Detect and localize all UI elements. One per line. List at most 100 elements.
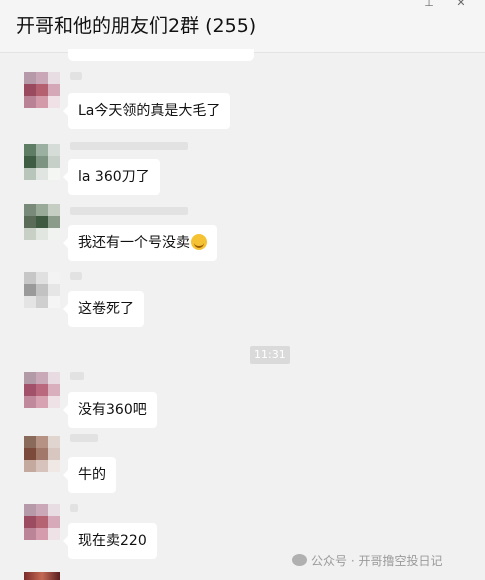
- chat-title: 开哥和他的朋友们2群 (255): [16, 15, 257, 37]
- avatar-pixel: [36, 84, 48, 96]
- avatar-pixel: [24, 436, 36, 448]
- message-bubble[interactable]: 没有360吧: [63, 392, 157, 428]
- message-row: La今天领的真是大毛了: [0, 70, 485, 130]
- message-row: 牛的: [0, 432, 485, 493]
- message-text: 我还有一个号没卖: [78, 235, 190, 251]
- message-bubble[interactable]: La今天领的真是大毛了: [62, 93, 231, 129]
- avatar-pixel: [36, 144, 48, 156]
- avatar[interactable]: [24, 272, 60, 308]
- avatar-pixel: [24, 96, 36, 108]
- message-timestamp: 11:31: [250, 346, 290, 364]
- avatar-pixel: [48, 396, 60, 408]
- nickname: [70, 272, 82, 280]
- avatar-pixel: [48, 156, 60, 168]
- avatar-pixel: [24, 204, 36, 216]
- avatar-pixel: [36, 156, 48, 168]
- message-row: 没有360吧: [0, 368, 485, 428]
- message-bubble[interactable]: 现在卖220: [63, 523, 157, 559]
- message-row: 我还有一个号没卖: [0, 200, 485, 261]
- avatar-pixel: [24, 504, 36, 516]
- avatar[interactable]: [24, 436, 60, 472]
- avatar-pixel: [48, 84, 60, 96]
- avatar-pixel: [24, 460, 36, 472]
- avatar-pixel: [48, 516, 60, 528]
- nickname: [70, 207, 188, 215]
- avatar-pixel: [48, 448, 60, 460]
- watermark-text: 公众号 · 开哥撸空投日记: [311, 554, 443, 568]
- message-bubble[interactable]: la 360刀了: [63, 159, 160, 195]
- avatar-pixel: [36, 284, 48, 296]
- avatar-pixel: [36, 448, 48, 460]
- message-bubble[interactable]: 我还有一个号没卖: [63, 225, 217, 261]
- avatar-pixel: [48, 436, 60, 448]
- avatar-pixel: [48, 460, 60, 472]
- message-bubble[interactable]: 这卷死了: [63, 291, 144, 327]
- avatar-pixel: [36, 460, 48, 472]
- avatar-pixel: [48, 272, 60, 284]
- avatar-pixel: [24, 72, 36, 84]
- avatar-pixel: [36, 204, 48, 216]
- message-text: 这卷死了: [78, 301, 134, 317]
- avatar-pixel: [48, 528, 60, 540]
- avatar-pixel: [36, 384, 48, 396]
- avatar-pixel: [24, 448, 36, 460]
- message-text: 没有360吧: [78, 402, 147, 418]
- avatar-pixel: [48, 216, 60, 228]
- avatar-pixel: [36, 272, 48, 284]
- avatar[interactable]: [24, 372, 60, 408]
- avatar-pixel: [48, 296, 60, 308]
- nickname: [70, 372, 84, 380]
- wechat-official-account-icon: [292, 554, 307, 566]
- watermark: 公众号 · 开哥撸空投日记: [292, 552, 442, 572]
- avatar-pixel: [48, 72, 60, 84]
- nickname: [70, 72, 82, 80]
- message-text: la 360刀了: [78, 169, 150, 185]
- avatar-pixel: [24, 296, 36, 308]
- message-bubble[interactable]: 牛的: [63, 457, 116, 493]
- message-row: 这卷死了: [0, 268, 485, 328]
- chat-header: 开哥和他的朋友们2群 (255) ⊥ ✕: [0, 0, 485, 53]
- avatar-pixel: [36, 228, 48, 240]
- nickname: [70, 434, 98, 442]
- avatar-pixel: [48, 96, 60, 108]
- avatar-pixel: [24, 396, 36, 408]
- avatar-pixel: [48, 144, 60, 156]
- avatar-pixel: [24, 84, 36, 96]
- avatar-pixel: [24, 528, 36, 540]
- avatar-pixel: [36, 168, 48, 180]
- message-row: la 360刀了: [0, 140, 485, 200]
- nickname: [70, 504, 78, 512]
- avatar-pixel: [48, 384, 60, 396]
- avatar-pixel: [24, 372, 36, 384]
- avatar-pixel: [24, 144, 36, 156]
- avatar-pixel: [48, 204, 60, 216]
- avatar-pixel: [36, 396, 48, 408]
- avatar-pixel: [24, 228, 36, 240]
- avatar[interactable]: [24, 72, 60, 108]
- pin-icon[interactable]: ⊥: [422, 0, 436, 10]
- avatar-pixel: [48, 228, 60, 240]
- avatar-pixel: [24, 384, 36, 396]
- nickname: [70, 142, 188, 150]
- message-text: 现在卖220: [78, 533, 147, 549]
- avatar-pixel: [36, 296, 48, 308]
- avatar-pixel: [48, 504, 60, 516]
- avatar[interactable]: [24, 204, 60, 240]
- avatar-pixel: [36, 372, 48, 384]
- avatar-pixel: [24, 216, 36, 228]
- avatar-pixel: [48, 284, 60, 296]
- avatar-pixel: [36, 436, 48, 448]
- avatar[interactable]: [24, 572, 60, 580]
- avatar-pixel: [36, 216, 48, 228]
- avatar[interactable]: [24, 504, 60, 540]
- avatar[interactable]: [24, 144, 60, 180]
- avatar-pixel: [36, 504, 48, 516]
- close-icon[interactable]: ✕: [454, 0, 468, 10]
- message-text: La今天领的真是大毛了: [78, 103, 221, 119]
- avatar-pixel: [36, 516, 48, 528]
- avatar-pixel: [36, 96, 48, 108]
- avatar-pixel: [36, 528, 48, 540]
- avatar-pixel: [24, 516, 36, 528]
- avatar-pixel: [48, 372, 60, 384]
- avatar-pixel: [24, 284, 36, 296]
